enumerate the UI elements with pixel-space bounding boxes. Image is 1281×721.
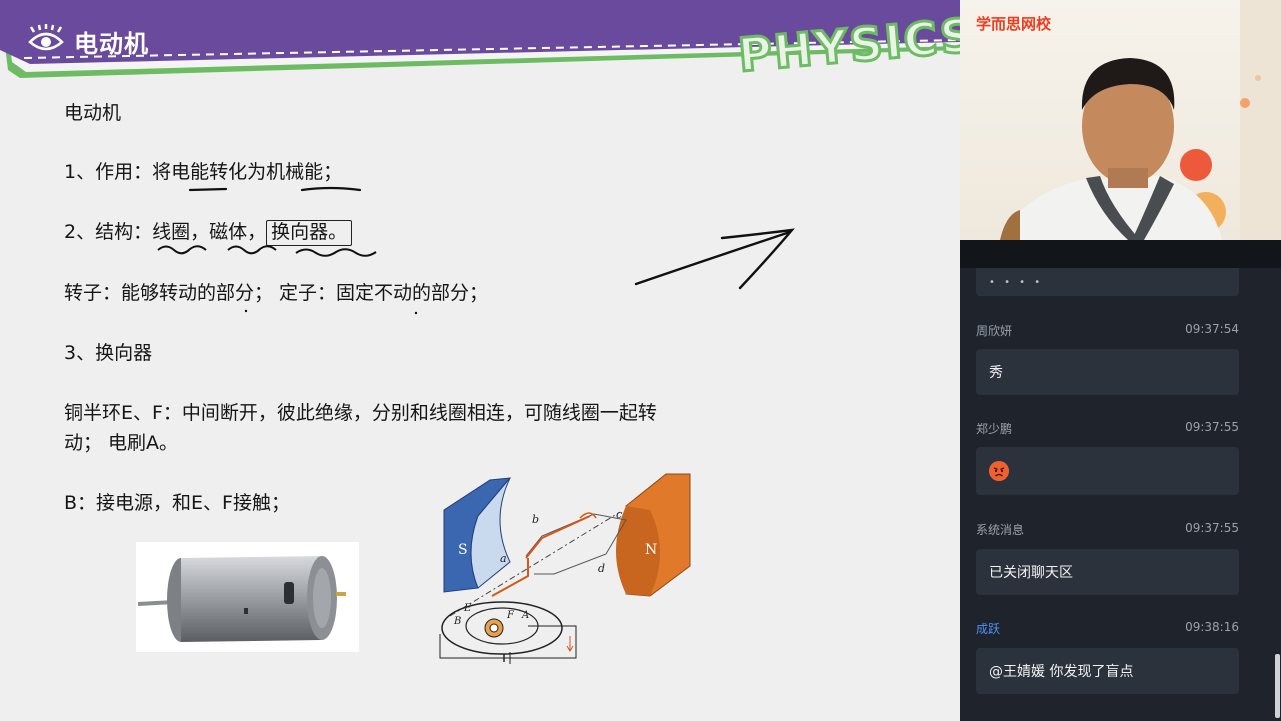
motor-structure-diagram: S N b c a d E F A B	[439, 473, 691, 664]
chat-sender-name: 系统消息	[976, 523, 1025, 537]
dc-motor-photo	[136, 542, 359, 652]
chat-message-meta: 成跃 09:38:16	[976, 620, 1239, 637]
chat-sender-name: 周欣妍	[976, 324, 1013, 338]
slide-header-title: 电动机	[74, 30, 149, 58]
chat-timestamp: 09:37:55	[1185, 420, 1239, 434]
chat-timestamp: 09:37:55	[1185, 521, 1239, 535]
teacher-video-frame	[1000, 0, 1281, 240]
chat-timestamp: 09:38:16	[1185, 620, 1239, 634]
chat-bubble-truncated: • • • •	[976, 268, 1239, 296]
diagram-label-b: b	[532, 513, 539, 526]
diagram-label-n: N	[645, 542, 657, 558]
slide-line-function: 1、作用：将电能转化为机械能；	[64, 161, 343, 183]
chat-message-meta: 周欣妍 09:37:54	[976, 322, 1239, 339]
diagram-label-s: S	[458, 542, 468, 558]
chat-message-bubble	[976, 447, 1239, 495]
chat-message-bubble: 秀	[976, 349, 1239, 395]
structure-text: 2、结构：线圈，磁体，	[64, 221, 267, 243]
chat-message-meta: 系统消息 09:37:55	[976, 521, 1239, 538]
diagram-label-d: d	[598, 562, 605, 575]
eye-icon	[28, 24, 64, 51]
commutator-boxed-text: 换向器。	[266, 220, 353, 246]
chat-message-bubble: 已关闭聊天区	[976, 549, 1239, 595]
chat-sender-name: 成跃	[976, 622, 1001, 636]
diagram-label-a: a	[500, 552, 507, 565]
chat-scrollbar[interactable]	[1275, 654, 1280, 718]
slide-line-rotor-stator: 转子：能够转动的部分； 定子：固定不动的部分；	[64, 282, 489, 304]
diagram-label-c: c	[616, 508, 622, 521]
slide-line-structure: 2、结构：线圈，磁体， 换向器。	[64, 217, 353, 247]
chat-panel: • • • • 周欣妍 09:37:54 秀 郑少鹏 09:37:55 系统消息…	[960, 240, 1281, 721]
slide-heading: 电动机	[64, 102, 122, 124]
chat-timestamp: 09:37:54	[1185, 322, 1239, 336]
chat-sender-name: 郑少鹏	[976, 422, 1013, 436]
diagram-label-e: E	[463, 603, 472, 614]
chat-top-strip	[960, 240, 1281, 268]
diagram-label-b-brush: B	[453, 616, 461, 627]
slide-line-brush-b: B：接电源，和E、F接触；	[64, 492, 290, 514]
slide-line-brush: 动； 电刷A。	[64, 432, 179, 454]
teacher-video: 学而思网校	[960, 0, 1281, 240]
chat-message-bubble: @王婧媛 你发现了盲点	[976, 648, 1239, 694]
diagram-label-a-brush: A	[521, 610, 529, 621]
diagram-label-f: F	[506, 610, 515, 621]
slide-line-commutator: 3、换向器	[64, 342, 153, 364]
slide-line-copper-rings: 铜半环E、F：中间断开，彼此绝缘，分别和线圈相连，可随线圈一起转	[64, 402, 657, 424]
chat-message-meta: 郑少鹏 09:37:55	[976, 420, 1239, 437]
angry-face-emoji-icon	[989, 461, 1009, 481]
slide-canvas: 电动机 PHYSICS 电动机 1、作用：将电能转化为机械能； 2、结构：线圈，…	[0, 0, 960, 721]
